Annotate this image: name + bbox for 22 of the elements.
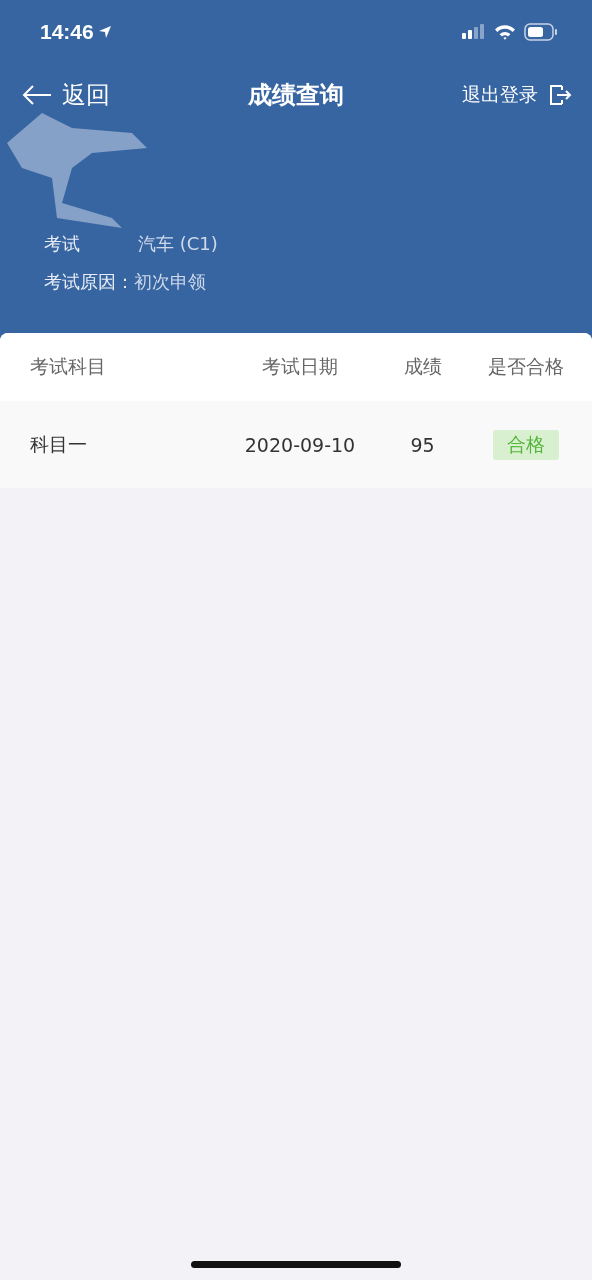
column-header: 成绩: [402, 354, 443, 379]
location-icon: [97, 25, 112, 39]
logout-icon: [548, 83, 572, 107]
result-tag: 合格: [493, 429, 559, 460]
info-value: 初次申领: [134, 270, 206, 294]
table-cell-text: 科目一: [29, 431, 88, 457]
column-header: 考试日期: [261, 354, 339, 379]
column-header: 考试科目: [29, 354, 107, 379]
battery-icon: [524, 23, 558, 41]
back-button[interactable]: 返回: [22, 79, 110, 111]
info-label: 考试: [44, 232, 80, 256]
wifi-icon: [494, 24, 516, 40]
signal-icon: [462, 23, 486, 41]
info-value: 汽车 (C1): [138, 232, 218, 256]
page-title: 成绩查询: [248, 80, 344, 111]
logout-button[interactable]: 退出登录: [462, 82, 572, 108]
status-time: 14:46: [40, 20, 94, 44]
info-label: 考试原因：: [44, 270, 134, 294]
back-arrow-icon: [22, 84, 52, 106]
table-cell-text: 2020-09-10: [243, 433, 357, 456]
table-cell-text: 95: [409, 433, 436, 456]
column-header: 是否合格: [487, 354, 565, 379]
